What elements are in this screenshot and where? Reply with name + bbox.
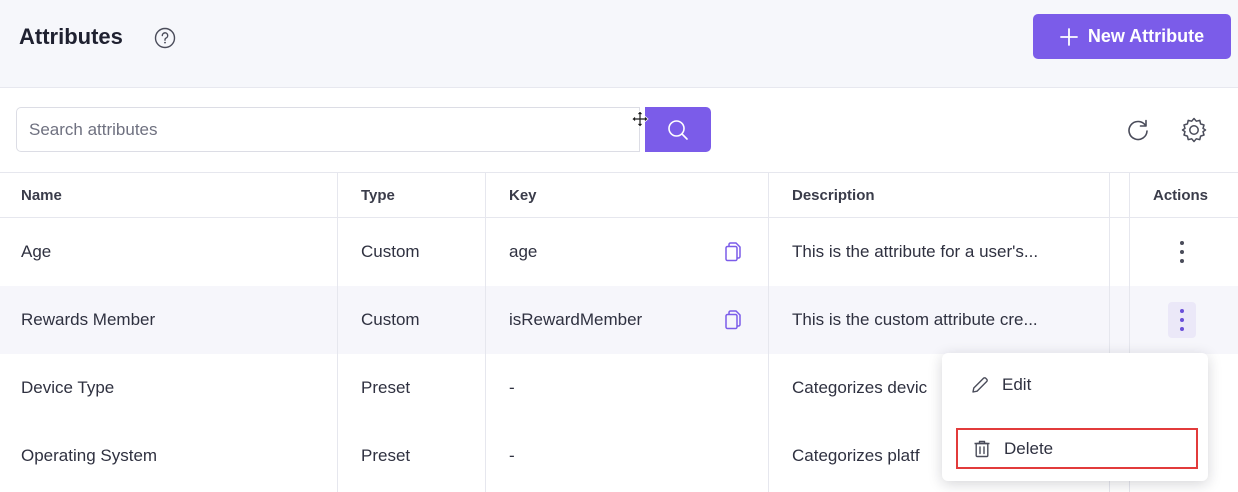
table-row[interactable]: Rewards Member Custom isRewardMember Thi… xyxy=(0,286,1238,354)
cell-type: Preset xyxy=(361,446,411,465)
plus-icon xyxy=(1059,27,1078,46)
row-actions-menu: Edit Delete xyxy=(942,353,1208,481)
help-icon[interactable] xyxy=(154,27,176,49)
column-header-type[interactable]: Type xyxy=(361,173,395,218)
cell-name: Age xyxy=(21,242,52,261)
search-icon xyxy=(668,119,688,140)
menu-item-delete-label: Delete xyxy=(1004,438,1054,458)
cell-name: Operating System xyxy=(21,446,158,465)
trash-icon xyxy=(974,440,990,457)
cell-description: This is the attribute for a user's... xyxy=(792,242,1039,261)
cell-type: Custom xyxy=(361,310,420,329)
menu-item-delete[interactable]: Delete xyxy=(956,428,1198,469)
search-input[interactable] xyxy=(16,107,640,152)
cell-description: Categorizes platf xyxy=(792,446,920,465)
copy-icon[interactable] xyxy=(724,310,742,330)
cell-key: - xyxy=(509,446,515,465)
cell-key: isRewardMember xyxy=(509,310,643,329)
page-title: Attributes xyxy=(19,24,123,49)
table-header: Name Type Key Description Actions xyxy=(0,172,1238,218)
page-header: Attributes New Attribute xyxy=(0,0,1238,88)
column-header-name[interactable]: Name xyxy=(21,173,62,218)
cell-description: This is the custom attribute cre... xyxy=(792,310,1038,329)
menu-item-edit[interactable]: Edit xyxy=(970,365,1031,405)
cell-name: Rewards Member xyxy=(21,310,156,329)
new-attribute-button[interactable]: New Attribute xyxy=(1033,14,1231,59)
column-header-actions: Actions xyxy=(1153,187,1209,204)
gear-icon[interactable] xyxy=(1180,116,1208,144)
column-divider xyxy=(337,172,338,492)
row-actions-kebab-icon[interactable] xyxy=(1168,302,1196,338)
column-header-key[interactable]: Key xyxy=(509,173,537,218)
row-actions-kebab-icon[interactable] xyxy=(1172,238,1192,266)
search-button[interactable] xyxy=(645,107,711,152)
cell-type: Preset xyxy=(361,378,411,397)
column-header-description[interactable]: Description xyxy=(792,173,875,218)
cell-key: age xyxy=(509,242,538,261)
move-cursor-icon xyxy=(631,110,649,128)
cell-description: Categorizes devic xyxy=(792,378,928,397)
column-divider xyxy=(768,172,769,492)
new-attribute-button-label: New Attribute xyxy=(1087,26,1205,46)
refresh-icon[interactable] xyxy=(1125,117,1151,143)
column-divider xyxy=(485,172,486,492)
table-row[interactable]: Age Custom age This is the attribute for… xyxy=(0,218,1238,286)
menu-item-edit-label: Edit xyxy=(1002,375,1032,394)
pencil-icon xyxy=(972,377,988,393)
cell-name: Device Type xyxy=(21,378,115,397)
copy-icon[interactable] xyxy=(724,242,742,262)
cell-key: - xyxy=(509,378,515,397)
cell-type: Custom xyxy=(361,242,420,261)
